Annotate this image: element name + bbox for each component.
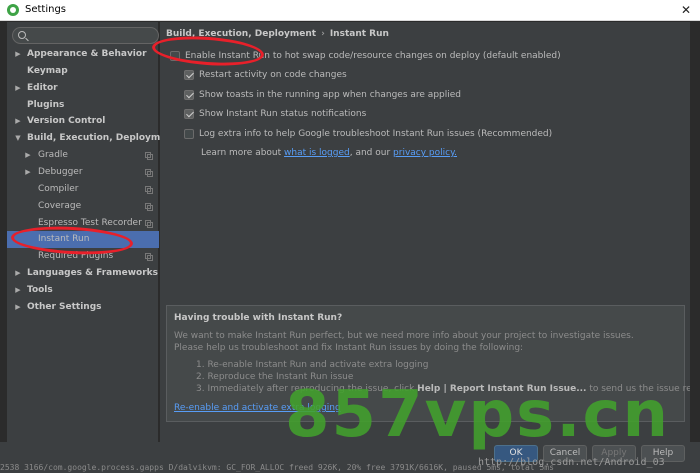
status-notifications-label: Show Instant Run status notifications <box>199 109 367 119</box>
project-settings-icon <box>145 202 153 211</box>
extra-logging-label: Log extra info to help Google troublesho… <box>199 129 553 139</box>
collapsed-arrow-icon[interactable]: ▶ <box>14 299 22 316</box>
sidebar-item-label: Debugger <box>38 166 83 177</box>
collapsed-arrow-icon[interactable]: ▶ <box>14 113 22 130</box>
sidebar-item-build-execution-deployment[interactable]: ▼ Build, Execution, Deployment <box>7 130 177 147</box>
collapsed-arrow-icon[interactable]: ▶ <box>14 80 22 97</box>
learn-more-middle: , and our <box>349 148 394 158</box>
window-title: Settings <box>25 4 67 15</box>
enable-instant-run-label: Enable Instant Run to hot swap code/reso… <box>185 51 561 61</box>
background-editor-edge <box>690 22 700 463</box>
sidebar-item-editor[interactable]: ▶ Editor <box>7 80 159 97</box>
sidebar-item-label: Other Settings <box>27 301 102 312</box>
sidebar-item-gradle[interactable]: ▶ Gradle <box>7 147 159 164</box>
restart-activity-checkbox[interactable] <box>184 70 194 80</box>
expanded-arrow-icon[interactable]: ▼ <box>14 130 22 147</box>
sidebar-item-label: Build, Execution, Deployment <box>27 133 178 144</box>
sidebar-item-label: Compiler <box>38 183 79 194</box>
collapsed-arrow-icon[interactable]: ▶ <box>24 147 32 164</box>
sidebar-item-languages-frameworks[interactable]: ▶ Languages & Frameworks <box>7 265 159 282</box>
restart-activity-label: Restart activity on code changes <box>199 70 347 80</box>
sidebar-item-label: Required Plugins <box>38 251 114 262</box>
sidebar-item-appearance-behavior[interactable]: ▶ Appearance & Behavior <box>7 46 159 63</box>
sidebar-item-coverage[interactable]: Coverage <box>7 198 159 215</box>
trouble-step-1: 1. Re-enable Instant Run and activate ex… <box>196 360 429 370</box>
title-bar: Settings ✕ <box>0 0 700 21</box>
status-notifications-checkbox[interactable] <box>184 109 194 119</box>
trouble-line-2: Please help us troubleshoot and fix Inst… <box>174 343 524 353</box>
collapsed-arrow-icon[interactable]: ▶ <box>14 46 22 63</box>
sidebar-item-label: Coverage <box>38 200 82 211</box>
project-settings-icon <box>145 152 153 161</box>
project-settings-icon <box>145 253 153 262</box>
sidebar-item-keymap[interactable]: Keymap <box>7 63 159 80</box>
sidebar-item-label: Instant Run <box>38 234 90 245</box>
close-icon[interactable]: ✕ <box>672 0 700 21</box>
sidebar-item-label: Espresso Test Recorder <box>38 217 142 228</box>
breadcrumb-current: Instant Run <box>329 29 389 39</box>
sidebar-item-label: Tools <box>27 284 53 295</box>
sidebar-item-debugger[interactable]: ▶ Debugger <box>7 164 159 181</box>
project-settings-icon <box>145 185 153 194</box>
sidebar-item-label: Version Control <box>27 116 106 127</box>
breadcrumb: Build, Execution, Deployment › Instant Run <box>166 29 389 39</box>
sidebar-item-instant-run[interactable]: Instant Run <box>7 231 159 249</box>
breadcrumb-parent: Build, Execution, Deployment <box>166 29 317 39</box>
privacy-policy-link[interactable]: privacy policy. <box>393 148 457 158</box>
show-toasts-checkbox[interactable] <box>184 90 194 100</box>
project-settings-icon <box>145 168 153 177</box>
learn-more-prefix: Learn more about <box>201 148 285 158</box>
collapsed-arrow-icon[interactable]: ▶ <box>24 164 32 181</box>
trouble-title: Having trouble with Instant Run? <box>174 313 343 323</box>
sidebar-item-label: Keymap <box>27 65 68 76</box>
collapsed-arrow-icon[interactable]: ▶ <box>14 282 22 299</box>
breadcrumb-separator: › <box>321 29 325 39</box>
what-is-logged-link[interactable]: what is logged <box>284 148 350 158</box>
settings-sidebar: ▶ Appearance & Behavior Keymap ▶ Editor Plugi… <box>7 22 177 442</box>
search-input[interactable] <box>31 29 155 42</box>
extra-logging-checkbox[interactable] <box>184 129 194 139</box>
enable-instant-run-checkbox[interactable] <box>170 51 180 61</box>
trouble-line-1: We want to make Instant Run perfect, but… <box>174 331 634 341</box>
sidebar-item-label: Appearance & Behavior <box>27 49 147 59</box>
search-box[interactable] <box>12 27 159 44</box>
sidebar-item-version-control[interactable]: ▶ Version Control <box>7 113 159 130</box>
sidebar-item-label: Languages & Frameworks <box>27 268 159 279</box>
site-watermark: 857vps.cn <box>285 378 671 452</box>
sidebar-item-espresso-test-recorder[interactable]: Espresso Test Recorder <box>7 215 159 232</box>
search-icon <box>18 31 26 39</box>
sidebar-item-label: Plugins <box>27 99 65 110</box>
sidebar-item-tools[interactable]: ▶ Tools <box>7 282 159 299</box>
sidebar-item-other-settings[interactable]: ▶ Other Settings <box>7 299 159 316</box>
sidebar-item-required-plugins[interactable]: Required Plugins <box>7 248 159 265</box>
sidebar-item-label: Gradle <box>38 150 68 161</box>
sidebar-item-plugins[interactable]: Plugins <box>7 97 159 114</box>
collapsed-arrow-icon[interactable]: ▶ <box>14 265 22 282</box>
blog-watermark: http://blog.csdn.net/Android_03 <box>478 457 665 468</box>
learn-more-text: Learn more about what is logged, and our… <box>201 148 457 158</box>
android-studio-icon <box>7 4 19 16</box>
show-toasts-label: Show toasts in the running app when chan… <box>199 90 461 100</box>
project-settings-icon <box>145 219 153 228</box>
sidebar-item-compiler[interactable]: Compiler <box>7 181 159 198</box>
sidebar-item-label: Editor <box>27 82 58 93</box>
